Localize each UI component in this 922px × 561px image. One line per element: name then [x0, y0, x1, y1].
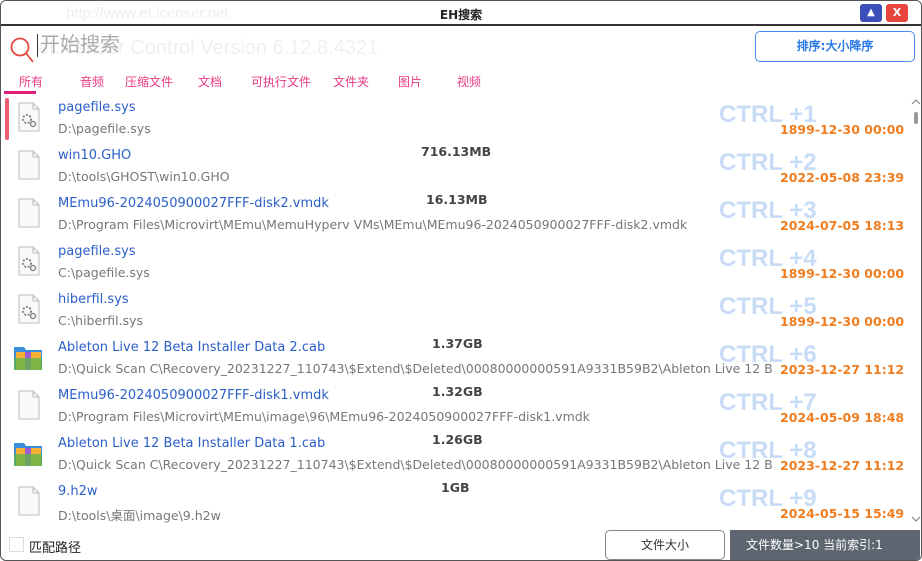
- file-path: D:\tools\桌面\image\9.h2w: [58, 508, 221, 523]
- tab-audio[interactable]: 音频: [80, 73, 104, 90]
- file-size: 1GB: [441, 480, 470, 495]
- file-path: D:\Program Files\Microvirt\MEmu\image\96…: [58, 409, 590, 424]
- app-window: http://www.eLicenser.net EH搜索 ▲ X eLicen…: [0, 0, 922, 561]
- file-path: C:\hiberfil.sys: [58, 313, 144, 328]
- tab-all[interactable]: 所有: [19, 73, 43, 90]
- file-path: D:\tools\GHOST\win10.GHO: [58, 169, 230, 184]
- system-file-icon: [17, 102, 41, 132]
- modified-date: 2023-12-27 11:12: [780, 362, 905, 377]
- file-path: D:\Quick Scan C\Recovery_20231227_110743…: [58, 457, 773, 472]
- tab-image[interactable]: 图片: [398, 73, 422, 90]
- modified-date: 2024-05-15 15:49: [780, 506, 905, 521]
- file-size: 1.26GB: [432, 432, 483, 447]
- minimize-button[interactable]: ▲: [860, 4, 882, 22]
- tab-video[interactable]: 视频: [457, 73, 481, 90]
- file-size: 716.13MB: [421, 144, 492, 159]
- category-tabs: 所有 音频 压缩文件 文档 可执行文件 文件夹 图片 视频: [1, 71, 601, 95]
- sort-button[interactable]: 排序:大小降序: [755, 31, 915, 62]
- modified-date: 2022-05-08 23:39: [780, 170, 905, 185]
- file-name[interactable]: 9.h2w: [58, 484, 98, 499]
- file-icon: [17, 198, 41, 228]
- match-path-checkbox[interactable]: [9, 537, 24, 552]
- result-row[interactable]: hiberfil.sys C:\hiberfil.sys CTRL +5 189…: [1, 288, 911, 336]
- active-tab-indicator: [4, 91, 36, 94]
- file-path: D:\Program Files\Microvirt\MEmu\MemuHype…: [58, 217, 688, 232]
- file-name[interactable]: Ableton Live 12 Beta Installer Data 2.ca…: [58, 340, 325, 355]
- file-path: C:\pagefile.sys: [58, 265, 150, 280]
- results-list: pagefile.sys D:\pagefile.sys CTRL +1 189…: [1, 96, 911, 526]
- modified-date: 1899-12-30 00:00: [780, 266, 905, 281]
- result-row[interactable]: 9.h2w D:\tools\桌面\image\9.h2w 1GB CTRL +…: [1, 480, 911, 526]
- modified-date: 2023-12-27 11:12: [780, 458, 905, 473]
- modified-date: 1899-12-30 00:00: [780, 122, 905, 137]
- file-size: 1.32GB: [432, 384, 483, 399]
- file-size: 1.37GB: [432, 336, 483, 351]
- modified-date: 1899-12-30 00:00: [780, 314, 905, 329]
- search-bar: [9, 34, 509, 64]
- result-row[interactable]: win10.GHO D:\tools\GHOST\win10.GHO 716.1…: [1, 144, 911, 192]
- result-row[interactable]: pagefile.sys C:\pagefile.sys CTRL +4 189…: [1, 240, 911, 288]
- tab-folder[interactable]: 文件夹: [333, 73, 369, 90]
- footer: 匹配路径 文件大小 文件数量>10 当前索引:1: [1, 529, 921, 560]
- system-file-icon: [17, 246, 41, 276]
- selection-marker: [5, 98, 9, 140]
- result-row[interactable]: MEmu96-2024050900027FFF-disk2.vmdk D:\Pr…: [1, 192, 911, 240]
- search-icon: [10, 37, 34, 63]
- file-name[interactable]: Ableton Live 12 Beta Installer Data 1.ca…: [58, 436, 325, 451]
- window-title: EH搜索: [439, 8, 483, 22]
- status-text: 文件数量>10 当前索引:1: [730, 530, 920, 560]
- match-path-label: 匹配路径: [29, 541, 82, 556]
- file-icon: [17, 150, 41, 180]
- tab-archive[interactable]: 压缩文件: [125, 73, 173, 90]
- file-name[interactable]: pagefile.sys: [58, 100, 136, 115]
- result-row[interactable]: Ableton Live 12 Beta Installer Data 2.ca…: [1, 336, 911, 384]
- file-path: D:\pagefile.sys: [58, 121, 151, 136]
- search-input[interactable]: [37, 34, 457, 57]
- system-file-icon: [17, 294, 41, 324]
- result-row[interactable]: pagefile.sys D:\pagefile.sys CTRL +1 189…: [1, 96, 911, 144]
- title-bar[interactable]: http://www.eLicenser.net EH搜索 ▲ X: [1, 1, 921, 26]
- modified-date: 2024-07-05 18:13: [780, 218, 905, 233]
- file-name[interactable]: pagefile.sys: [58, 244, 136, 259]
- file-size: 16.13MB: [426, 192, 488, 207]
- scrollbar[interactable]: [909, 96, 921, 526]
- archive-icon: [14, 342, 42, 372]
- close-button[interactable]: X: [886, 4, 908, 22]
- file-name[interactable]: win10.GHO: [58, 148, 131, 163]
- archive-icon: [14, 438, 42, 468]
- file-icon: [17, 486, 41, 516]
- tab-executable[interactable]: 可执行文件: [251, 73, 311, 90]
- file-name[interactable]: MEmu96-2024050900027FFF-disk2.vmdk: [58, 196, 329, 211]
- file-name[interactable]: hiberfil.sys: [58, 292, 129, 307]
- file-path: D:\Quick Scan C\Recovery_20231227_110743…: [58, 361, 773, 376]
- file-size-button[interactable]: 文件大小: [605, 530, 725, 560]
- file-icon: [17, 390, 41, 420]
- file-name[interactable]: MEmu96-2024050900027FFF-disk1.vmdk: [58, 388, 329, 403]
- result-row[interactable]: MEmu96-2024050900027FFF-disk1.vmdk D:\Pr…: [1, 384, 911, 432]
- result-row[interactable]: Ableton Live 12 Beta Installer Data 1.ca…: [1, 432, 911, 480]
- modified-date: 2024-05-09 18:48: [780, 410, 905, 425]
- tab-document[interactable]: 文档: [198, 73, 222, 90]
